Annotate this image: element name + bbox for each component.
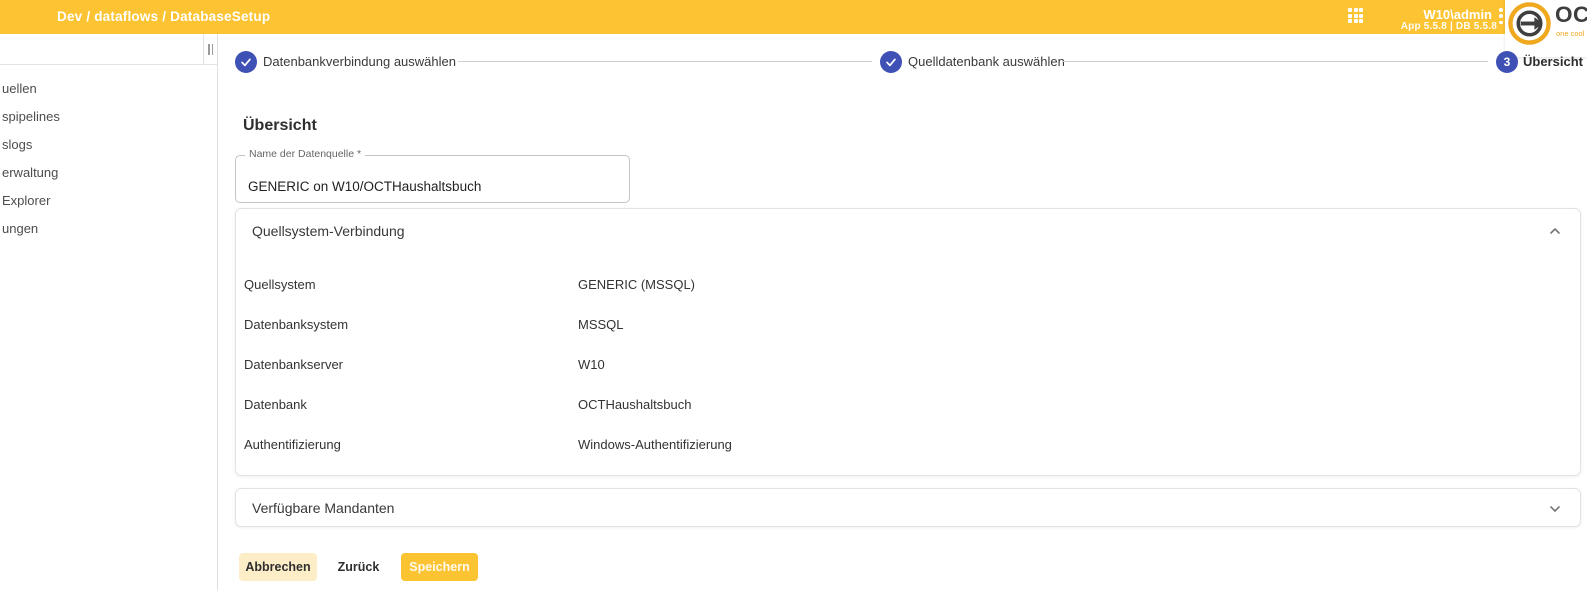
chevron-down-icon[interactable] xyxy=(1548,502,1562,516)
chevron-up-icon[interactable] xyxy=(1548,224,1562,238)
sidebar-header xyxy=(0,34,217,65)
connection-details: Quellsystem GENERIC (MSSQL) Datenbanksys… xyxy=(236,264,1580,464)
back-button[interactable]: Zurück xyxy=(331,553,386,581)
step-2-check-icon[interactable] xyxy=(880,51,902,73)
connection-panel-title: Quellsystem-Verbindung xyxy=(252,209,405,253)
table-row: Datenbanksystem MSSQL xyxy=(236,304,1580,344)
connection-panel-header[interactable]: Quellsystem-Verbindung xyxy=(236,209,1580,253)
datasource-name-input[interactable] xyxy=(235,155,630,203)
top-app-bar: Dev / dataflows / DatabaseSetup W10\admi… xyxy=(0,0,1587,34)
sidebar-menu: uellen spipelines slogs erwaltung Explor… xyxy=(0,75,217,243)
table-row: Datenbankserver W10 xyxy=(236,344,1580,384)
save-button[interactable]: Speichern xyxy=(401,553,478,581)
sidebar-item-einstellungen[interactable]: ungen xyxy=(0,215,217,243)
cancel-button[interactable]: Abbrechen xyxy=(239,553,317,581)
connection-panel: Quellsystem-Verbindung Quellsystem GENER… xyxy=(235,208,1581,476)
step-1-label: Datenbankverbindung auswählen xyxy=(263,54,456,70)
step-3-circle[interactable]: 3 xyxy=(1496,51,1518,73)
sidebar: uellen spipelines slogs erwaltung Explor… xyxy=(0,34,218,590)
row-value: Windows-Authentifizierung xyxy=(578,437,732,452)
row-value: MSSQL xyxy=(578,317,624,332)
table-row: Authentifizierung Windows-Authentifizier… xyxy=(236,424,1580,464)
sidebar-collapse-handle-icon[interactable] xyxy=(203,34,217,64)
row-label: Authentifizierung xyxy=(244,437,578,452)
breadcrumb[interactable]: Dev / dataflows / DatabaseSetup xyxy=(57,0,270,34)
logo-tagline: one cool tool xyxy=(1556,29,1587,38)
sidebar-item-datenquellen[interactable]: uellen xyxy=(0,75,217,103)
table-row: Datenbank OCTHaushaltsbuch xyxy=(236,384,1580,424)
oct-logo-icon xyxy=(1507,1,1552,46)
sidebar-item-explorer[interactable]: Explorer xyxy=(0,187,217,215)
row-label: Datenbankserver xyxy=(244,357,578,372)
step-1-check-icon[interactable] xyxy=(235,51,257,73)
step-3-number: 3 xyxy=(1504,55,1511,69)
table-row: Quellsystem GENERIC (MSSQL) xyxy=(236,264,1580,304)
oct-logo: OCT one cool tool xyxy=(1505,0,1587,57)
step-3-label: Übersicht xyxy=(1523,54,1583,70)
clients-panel-header[interactable]: Verfügbare Mandanten xyxy=(236,489,1580,533)
sidebar-item-logs[interactable]: slogs xyxy=(0,131,217,159)
row-label: Datenbanksystem xyxy=(244,317,578,332)
clients-panel-title: Verfügbare Mandanten xyxy=(252,489,394,528)
apps-grid-icon[interactable] xyxy=(1348,8,1363,23)
row-value: OCTHaushaltsbuch xyxy=(578,397,691,412)
step-connector-1 xyxy=(458,61,872,62)
logo-wordmark: OCT xyxy=(1555,2,1587,28)
kebab-menu-icon[interactable] xyxy=(1499,8,1503,24)
step-connector-2 xyxy=(1062,61,1488,62)
row-label: Quellsystem xyxy=(244,277,578,292)
app-canvas: { "topbar": { "breadcrumb": "Dev / dataf… xyxy=(0,0,1587,590)
page-title: Übersicht xyxy=(243,117,317,135)
datasource-name-label: Name der Datenquelle * xyxy=(245,148,365,160)
clients-panel: Verfügbare Mandanten xyxy=(235,488,1581,527)
sidebar-item-pipelines[interactable]: spipelines xyxy=(0,103,217,131)
step-2-label: Quelldatenbank auswählen xyxy=(908,54,1065,70)
row-label: Datenbank xyxy=(244,397,578,412)
row-value: GENERIC (MSSQL) xyxy=(578,277,695,292)
row-value: W10 xyxy=(578,357,605,372)
version-badge: App 5.5.8 | DB 5.5.8 xyxy=(1401,21,1497,32)
sidebar-item-verwaltung[interactable]: erwaltung xyxy=(0,159,217,187)
datasource-name-field: Name der Datenquelle * xyxy=(235,155,630,203)
